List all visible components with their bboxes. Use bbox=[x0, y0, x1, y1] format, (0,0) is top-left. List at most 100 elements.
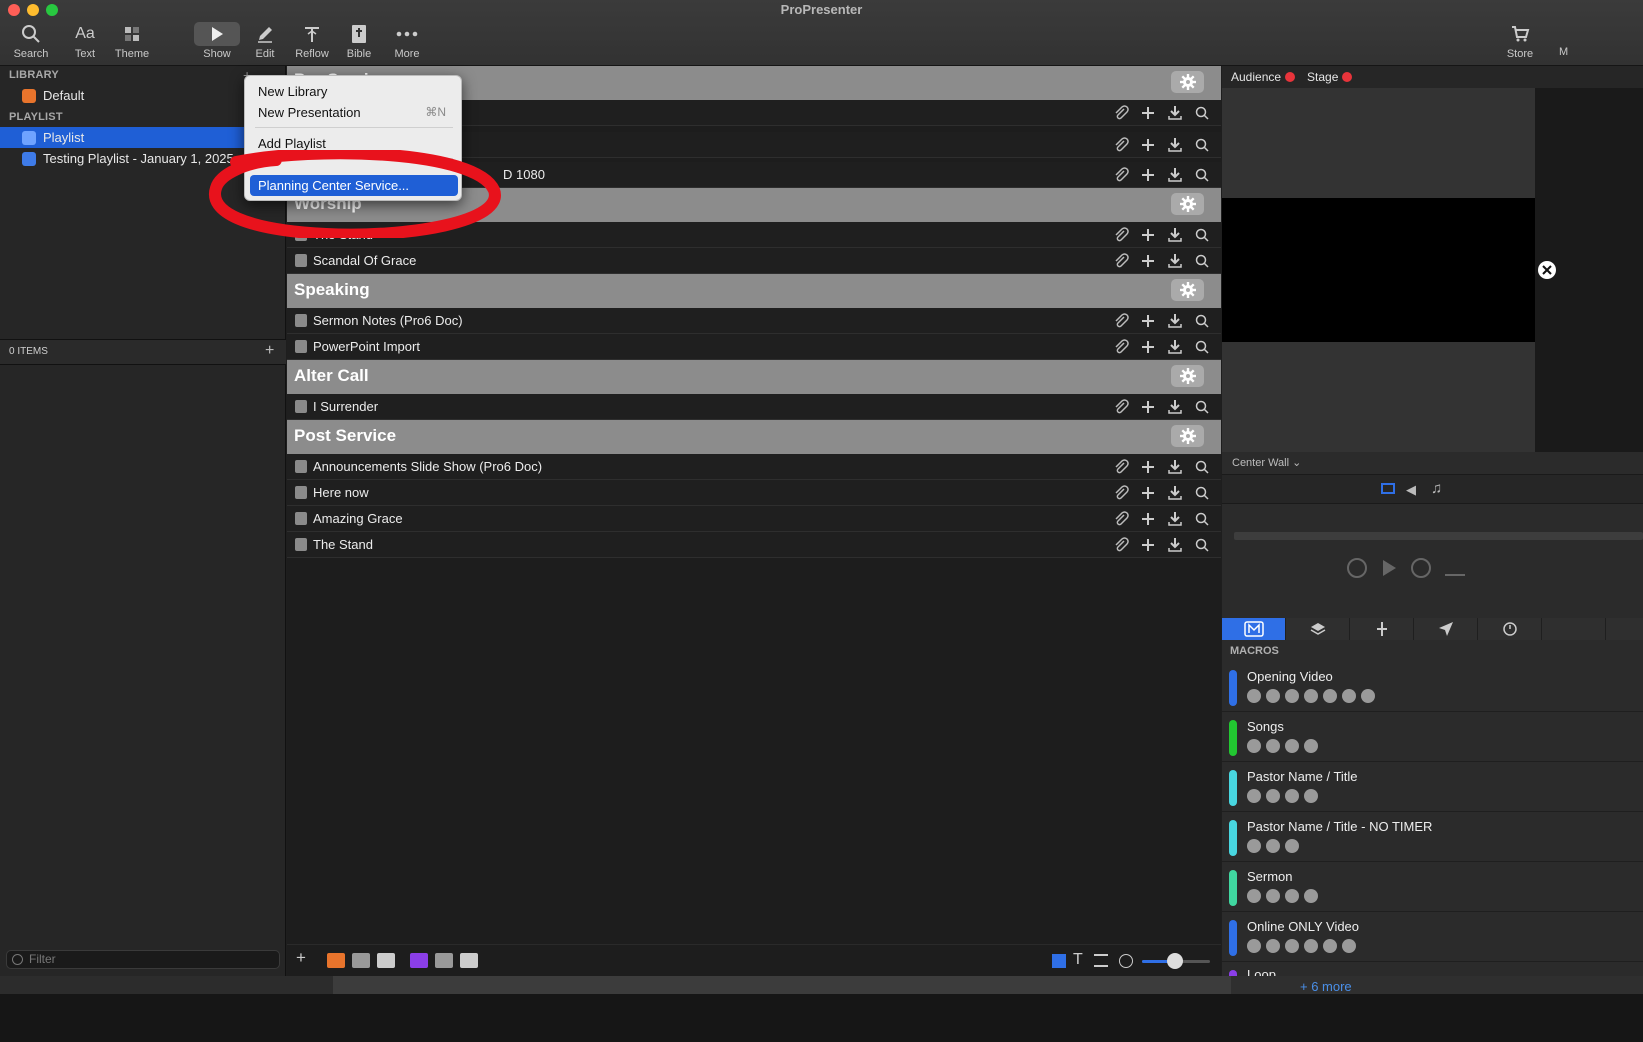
download-icon[interactable] bbox=[1166, 252, 1184, 270]
tab-props[interactable] bbox=[1350, 618, 1414, 640]
add-icon[interactable] bbox=[1139, 484, 1157, 502]
paperclip-icon[interactable] bbox=[1112, 398, 1130, 416]
media-view-icon[interactable] bbox=[410, 953, 428, 968]
paperclip-icon[interactable] bbox=[1112, 338, 1130, 356]
list-item[interactable]: PowerPoint Import bbox=[287, 334, 1221, 360]
search-icon[interactable] bbox=[1193, 510, 1211, 528]
add-icon[interactable] bbox=[1139, 312, 1157, 330]
download-icon[interactable] bbox=[1166, 510, 1184, 528]
tab-more[interactable] bbox=[1542, 618, 1606, 640]
paperclip-icon[interactable] bbox=[1112, 226, 1130, 244]
add-icon[interactable] bbox=[1139, 166, 1157, 184]
search-icon[interactable] bbox=[1193, 536, 1211, 554]
more-macros-link[interactable]: + 6 more bbox=[1300, 979, 1352, 994]
group-header-alter-call[interactable]: Alter Call bbox=[287, 360, 1221, 394]
list-item[interactable]: Here now bbox=[287, 480, 1221, 506]
download-icon[interactable] bbox=[1166, 166, 1184, 184]
tab-macros[interactable] bbox=[1222, 618, 1286, 640]
play-icon[interactable] bbox=[1381, 559, 1397, 577]
macro-item[interactable]: Online ONLY Video bbox=[1222, 912, 1643, 962]
download-icon[interactable] bbox=[1166, 484, 1184, 502]
checker-icon[interactable] bbox=[352, 953, 370, 968]
filter-input[interactable]: Filter bbox=[6, 950, 280, 969]
transition-icon[interactable] bbox=[460, 953, 478, 968]
list-item[interactable]: I Surrender bbox=[287, 394, 1221, 420]
list-view-icon[interactable] bbox=[1094, 954, 1108, 967]
download-icon[interactable] bbox=[1166, 136, 1184, 154]
add-icon[interactable] bbox=[1139, 338, 1157, 356]
download-icon[interactable] bbox=[1166, 104, 1184, 122]
toolbar-edge-label[interactable]: M bbox=[1559, 46, 1568, 58]
macro-item[interactable]: Pastor Name / Title - NO TIMER bbox=[1222, 812, 1643, 862]
text-view-icon[interactable]: T bbox=[1073, 951, 1083, 969]
search-button[interactable]: Search bbox=[0, 20, 62, 60]
search-icon[interactable] bbox=[1193, 252, 1211, 270]
transition-icon[interactable] bbox=[377, 953, 395, 968]
more-button[interactable]: More bbox=[376, 20, 438, 60]
paperclip-icon[interactable] bbox=[1112, 252, 1130, 270]
add-icon[interactable] bbox=[1139, 398, 1157, 416]
add-icon[interactable] bbox=[1139, 226, 1157, 244]
menu-item-new-library[interactable]: New Library bbox=[250, 81, 458, 102]
search-icon[interactable] bbox=[1193, 104, 1211, 122]
options-icon[interactable] bbox=[1119, 954, 1133, 968]
paperclip-icon[interactable] bbox=[1112, 510, 1130, 528]
screen-selector[interactable]: Center Wall ⌄ bbox=[1232, 456, 1301, 469]
add-icon[interactable] bbox=[1139, 104, 1157, 122]
music-icon[interactable]: ♫ bbox=[1431, 480, 1442, 497]
paperclip-icon[interactable] bbox=[1112, 458, 1130, 476]
media-progress[interactable] bbox=[1234, 532, 1643, 540]
download-icon[interactable] bbox=[1166, 458, 1184, 476]
list-item[interactable]: Sermon Notes (Pro6 Doc) bbox=[287, 308, 1221, 334]
zoom-slider-thumb[interactable] bbox=[1167, 953, 1183, 969]
search-icon[interactable] bbox=[1193, 458, 1211, 476]
macro-item[interactable]: Opening Video bbox=[1222, 662, 1643, 712]
rewind-icon[interactable] bbox=[1347, 558, 1367, 578]
list-item[interactable]: The Stand bbox=[287, 532, 1221, 558]
forward-icon[interactable] bbox=[1411, 558, 1431, 578]
gear-icon[interactable] bbox=[1171, 279, 1204, 301]
add-item-icon[interactable]: + bbox=[265, 342, 274, 360]
list-item[interactable]: Amazing Grace bbox=[287, 506, 1221, 532]
skip-end-icon[interactable] bbox=[1445, 560, 1465, 576]
add-icon[interactable] bbox=[1139, 136, 1157, 154]
list-item[interactable]: Scandal Of Grace bbox=[287, 248, 1221, 274]
checker-icon[interactable] bbox=[435, 953, 453, 968]
macro-item[interactable]: Sermon bbox=[1222, 862, 1643, 912]
download-icon[interactable] bbox=[1166, 312, 1184, 330]
download-icon[interactable] bbox=[1166, 338, 1184, 356]
gear-icon[interactable] bbox=[1171, 425, 1204, 447]
search-icon[interactable] bbox=[1193, 338, 1211, 356]
list-item[interactable]: Announcements Slide Show (Pro6 Doc) bbox=[287, 454, 1221, 480]
add-icon[interactable] bbox=[1139, 536, 1157, 554]
tab-audience[interactable]: Audience bbox=[1231, 70, 1296, 84]
close-icon[interactable] bbox=[1538, 261, 1556, 279]
group-header-post-service[interactable]: Post Service bbox=[287, 420, 1221, 454]
search-icon[interactable] bbox=[1193, 484, 1211, 502]
tab-messages[interactable] bbox=[1414, 618, 1478, 640]
group-header-speaking[interactable]: Speaking bbox=[287, 274, 1221, 308]
macro-item[interactable]: Songs bbox=[1222, 712, 1643, 762]
add-icon[interactable] bbox=[1139, 252, 1157, 270]
grid-view-icon[interactable] bbox=[1052, 954, 1066, 968]
gear-icon[interactable] bbox=[1171, 365, 1204, 387]
tab-timers[interactable] bbox=[1478, 618, 1542, 640]
search-icon[interactable] bbox=[1193, 136, 1211, 154]
search-icon[interactable] bbox=[1193, 398, 1211, 416]
search-icon[interactable] bbox=[1193, 312, 1211, 330]
paperclip-icon[interactable] bbox=[1112, 166, 1130, 184]
paperclip-icon[interactable] bbox=[1112, 484, 1130, 502]
add-icon[interactable] bbox=[1139, 458, 1157, 476]
screen-icon[interactable] bbox=[1381, 483, 1395, 494]
theme-button[interactable]: Theme bbox=[101, 20, 163, 60]
gear-icon[interactable] bbox=[1171, 71, 1204, 93]
tab-layers[interactable] bbox=[1286, 618, 1350, 640]
download-icon[interactable] bbox=[1166, 536, 1184, 554]
preview-screen[interactable] bbox=[1222, 198, 1535, 342]
paperclip-icon[interactable] bbox=[1112, 136, 1130, 154]
library-view-icon[interactable] bbox=[327, 953, 345, 968]
tab-stage[interactable]: Stage bbox=[1307, 70, 1353, 84]
macro-item[interactable]: Pastor Name / Title bbox=[1222, 762, 1643, 812]
menu-item-new-presentation[interactable]: New Presentation ⌘N bbox=[250, 102, 458, 123]
add-icon[interactable]: + bbox=[296, 948, 306, 968]
